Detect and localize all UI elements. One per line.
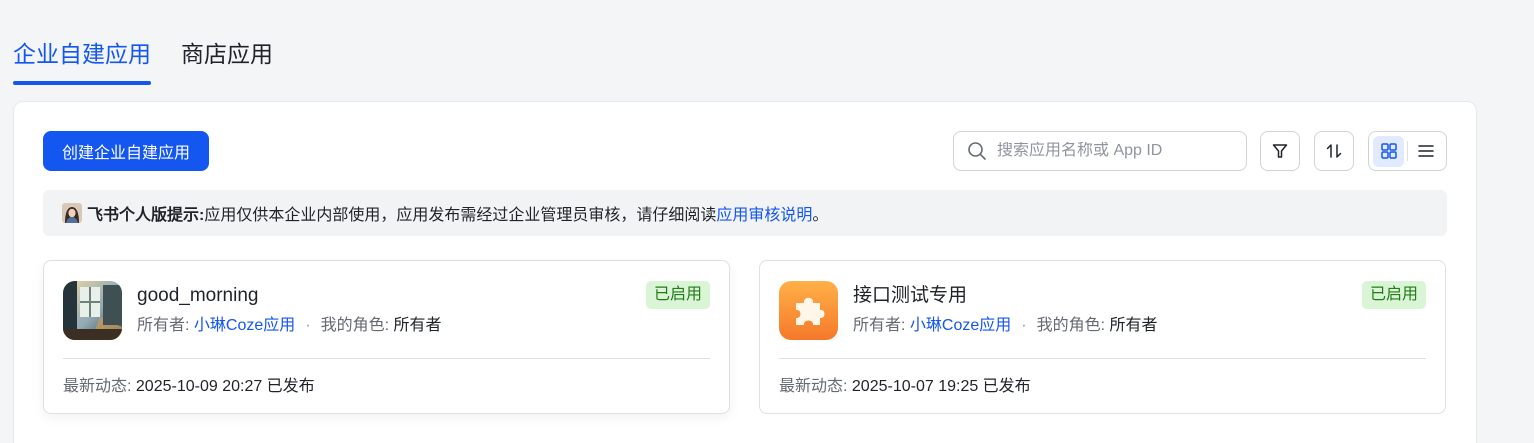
owner-link[interactable]: 小琳Coze应用 [194,317,295,334]
latest-activity: 最新动态: 2025-10-07 19:25 已发布 [779,377,1031,397]
app-card[interactable]: 接口测试专用 所有者: 小琳Coze应用 · 我的角色: 所有者 已启用 最新动态:… [759,260,1446,414]
role-value: 所有者 [393,317,442,334]
app-icon-good-morning [63,281,122,340]
role-value: 所有者 [1109,317,1158,334]
app-card[interactable]: good_morning 所有者: 小琳Coze应用 · 我的角色: 所有者 已启用… [43,260,730,414]
view-toggle-divider [1407,141,1408,161]
view-mode-toggle [1368,131,1447,171]
activity-label: 最新动态: [779,378,848,395]
tab-internal-apps[interactable]: 企业自建应用 [13,0,151,88]
search-icon [968,142,986,160]
grid-view-button[interactable] [1373,135,1405,167]
filter-icon [1272,144,1288,158]
owner-label: 所有者: [853,317,906,334]
activity-value: 2025-10-07 19:25 已发布 [851,378,1031,395]
filter-button[interactable] [1260,131,1300,171]
app-meta: 所有者: 小琳Coze应用 · 我的角色: 所有者 [137,316,442,336]
search-input[interactable] [997,142,1227,160]
owner-link[interactable]: 小琳Coze应用 [910,317,1011,334]
assistant-avatar-icon [62,203,82,223]
personal-edition-notice: 飞书个人版提示: 应用仅供本企业内部使用，应用发布需经过企业管理员审核，请仔细阅… [43,190,1447,236]
meta-separator: · [1021,317,1027,334]
activity-label: 最新动态: [63,378,132,395]
activity-value: 2025-10-09 20:27 已发布 [135,378,315,395]
status-badge: 已启用 [645,281,710,309]
meta-separator: · [305,317,311,334]
notice-text: 应用仅供本企业内部使用，应用发布需经过企业管理员审核，请仔细阅读 [204,207,717,224]
create-internal-app-button[interactable]: 创建企业自建应用 [43,131,209,171]
notice-title: 飞书个人版提示: [87,207,205,224]
app-name[interactable]: good_morning [137,285,258,307]
grid-icon [1380,143,1397,159]
card-divider [63,358,710,359]
tab-store-apps[interactable]: 商店应用 [181,0,273,88]
list-view-button[interactable] [1411,136,1442,167]
app-type-tabs: 企业自建应用 商店应用 [13,0,303,88]
apps-panel: 创建企业自建应用 搜索应用名称或 App ID 飞书个人版提示: 应用仅供本企业… [13,101,1477,443]
puzzle-app-icon [779,281,838,340]
app-name[interactable]: 接口测试专用 [853,285,967,307]
role-label: 我的角色: [1036,317,1106,334]
role-label: 我的角色: [320,317,390,334]
list-icon [1418,145,1435,157]
sort-button[interactable] [1314,131,1354,171]
review-guide-link[interactable]: 应用审核说明 [716,201,812,225]
notice-end: 。 [812,207,829,224]
search-box[interactable] [953,131,1247,171]
status-badge: 已启用 [1361,281,1426,309]
card-divider [779,358,1426,359]
latest-activity: 最新动态: 2025-10-09 20:27 已发布 [63,377,315,397]
owner-label: 所有者: [137,317,190,334]
app-meta: 所有者: 小琳Coze应用 · 我的角色: 所有者 [853,316,1158,336]
sort-icon [1326,144,1342,158]
